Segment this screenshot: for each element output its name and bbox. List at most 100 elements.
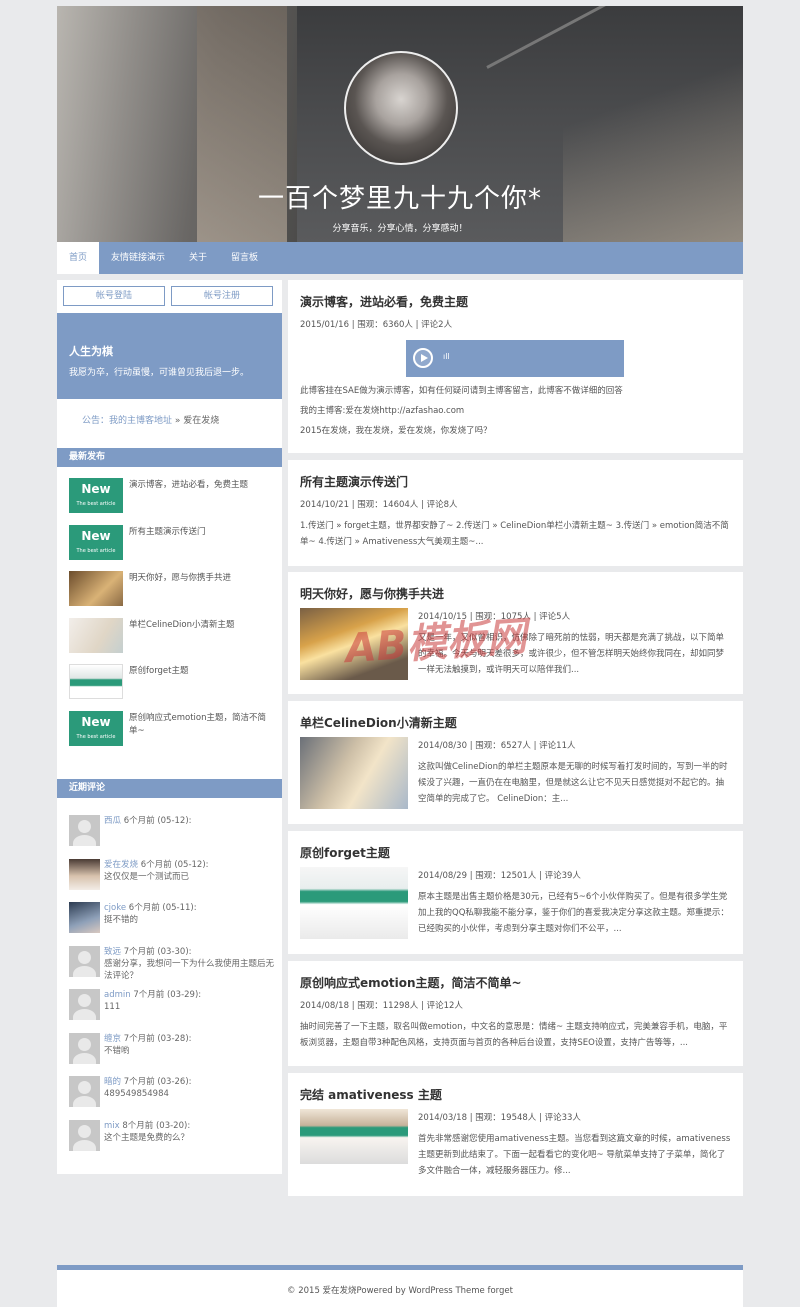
post-thumbnail[interactable]	[300, 737, 408, 809]
post-card: 所有主题演示传送门 2014/10/21 | 围观：14604人 | 评论8人 …	[288, 460, 743, 566]
recent-post-thumbnail	[69, 617, 123, 653]
comment-author[interactable]: mix	[104, 1121, 120, 1131]
post-title[interactable]: 单栏CelineDion小清新主题	[300, 715, 731, 731]
post-meta: 2015/01/16 | 围观：6360人 | 评论2人	[300, 320, 453, 330]
avatar[interactable]	[69, 815, 100, 846]
comment-item: 致远 7个月前 (03-30): 感谢分享，我想问一下为什么我使用主题后无法评论…	[57, 941, 282, 985]
comment-text[interactable]: 挺不错的	[104, 914, 282, 926]
post-line[interactable]: 我的主博客:爱在发烧http://azfashao.com	[300, 405, 731, 417]
comment-text[interactable]: 这仅仅是一个测试而已	[104, 871, 282, 883]
comment-time: 6个月前 (05-11):	[128, 903, 197, 913]
post-title[interactable]: 所有主题演示传送门	[300, 474, 731, 490]
post-title[interactable]: 明天你好，愿与你携手共进	[300, 586, 731, 602]
comment-author[interactable]: cjoke	[104, 903, 126, 913]
post-card: 演示博客，进站必看，免费主题 2015/01/16 | 围观：6360人 | 评…	[288, 280, 743, 453]
post-meta: 2014/08/29 | 围观：12501人 | 评论39人	[418, 871, 581, 881]
post-meta: 2014/08/18 | 围观：11298人 | 评论12人	[300, 1001, 463, 1011]
post-excerpt: 原本主题是出售主题价格是30元，已经有5~6个小伙伴购买了。但是有很多学生党加上…	[418, 892, 729, 934]
new-badge-sub: The best article	[76, 501, 116, 507]
post-meta: 2014/03/18 | 围观：19548人 | 评论33人	[418, 1113, 581, 1123]
recent-post-item[interactable]: New The best article 演示博客，进站必看，免费主题	[57, 476, 282, 523]
post-line: 此博客挂在SAE做为演示博客，如有任何疑问请到主博客留言，此博客不做详细的回答	[300, 386, 623, 396]
login-button[interactable]: 帐号登陆	[63, 286, 165, 306]
avatar[interactable]	[69, 858, 100, 890]
recent-post-title[interactable]: 单栏CelineDion小清新主题	[129, 618, 270, 632]
recent-post-item[interactable]: New The best article 原创响应式emotion主题，简洁不简单…	[57, 709, 282, 756]
post-excerpt: 抽时间完善了一下主题，取名叫做emotion，中文名的意思是：情绪~ 主题支持响…	[300, 1022, 728, 1048]
recent-post-title[interactable]: 明天你好，愿与你携手共进	[129, 571, 270, 585]
avatar[interactable]	[69, 945, 100, 977]
recent-post-item[interactable]: 原创forget主题	[57, 662, 282, 709]
nav-item-home[interactable]: 首页	[57, 242, 100, 274]
login-box: 帐号登陆 帐号注册	[57, 280, 282, 313]
site-title[interactable]: 一百个梦里九十九个你*	[57, 178, 743, 215]
new-badge-text: New	[81, 528, 111, 543]
play-button-icon[interactable]	[413, 348, 433, 368]
comment-item: admin 7个月前 (03-29): 111	[57, 984, 282, 1028]
post-card: 原创forget主题 2014/08/29 | 围观：12501人 | 评论39…	[288, 831, 743, 954]
comment-time: 7个月前 (03-29):	[133, 990, 202, 1000]
recent-post-thumbnail	[69, 571, 123, 606]
post-title[interactable]: 原创响应式emotion主题，简洁不简单~	[300, 975, 731, 991]
nav-item-about[interactable]: 关于	[177, 242, 219, 274]
notice-text: » 爱在发烧	[172, 416, 220, 426]
recent-post-item[interactable]: New The best article 所有主题演示传送门	[57, 523, 282, 570]
comment-time: 7个月前 (03-26):	[123, 1077, 192, 1087]
avatar[interactable]	[69, 902, 100, 933]
recent-comments-title: 近期评论	[57, 779, 282, 798]
post-thumbnail[interactable]	[300, 867, 408, 939]
comment-item: 缠京 7个月前 (03-28): 不错哟	[57, 1028, 282, 1072]
recent-post-title[interactable]: 原创forget主题	[129, 664, 270, 678]
post-title[interactable]: 原创forget主题	[300, 845, 731, 861]
comment-time: 8个月前 (03-20):	[122, 1120, 191, 1131]
new-badge-sub: The best article	[76, 733, 116, 740]
nav-item-guestbook[interactable]: 留言板	[219, 242, 270, 274]
comment-text[interactable]: 不错哟	[104, 1045, 282, 1057]
post-excerpt: 首先非常感谢您使用amativeness主题。当您看到这篇文章的时候，amati…	[418, 1134, 731, 1176]
comment-author[interactable]: admin	[104, 990, 131, 1000]
comment-item: 暗的 7个月前 (03-26): 489549854984	[57, 1071, 282, 1115]
recent-post-title[interactable]: 所有主题演示传送门	[129, 525, 270, 539]
post-card: 单栏CelineDion小清新主题 2014/08/30 | 围观：6527人 …	[288, 701, 743, 824]
comment-text[interactable]: 这个主题是免费的么？	[104, 1132, 282, 1144]
post-thumbnail[interactable]	[300, 1109, 408, 1164]
comment-time: 7个月前 (03-30):	[123, 946, 192, 957]
comment-author[interactable]: 西瓜	[104, 816, 121, 826]
new-badge-sub: The best article	[76, 547, 116, 554]
comment-time: 6个月前 (05-12):	[123, 816, 192, 826]
comment-text[interactable]: 489549854984	[104, 1088, 282, 1100]
comment-author[interactable]: 缠京	[104, 1034, 121, 1044]
recent-post-title[interactable]: 演示博客，进站必看，免费主题	[129, 478, 270, 492]
post-title[interactable]: 完结 amativeness 主题	[300, 1087, 731, 1103]
avatar[interactable]	[69, 1119, 100, 1151]
recent-post-thumbnail	[69, 664, 123, 699]
recent-post-item[interactable]: 明天你好，愿与你携手共进	[57, 569, 282, 616]
comment-author[interactable]: 致远	[104, 947, 121, 957]
comment-author[interactable]: 爱在发烧	[104, 860, 138, 870]
recent-posts-list: New The best article 演示博客，进站必看，免费主题 New Th…	[57, 467, 282, 779]
post-meta: 2014/08/30 | 围观：6527人 | 评论11人	[418, 741, 576, 751]
recent-post-title[interactable]: 原创响应式emotion主题，简洁不简单~	[129, 711, 270, 738]
post-card: 原创响应式emotion主题，简洁不简单~ 2014/08/18 | 围观：11…	[288, 961, 743, 1066]
main-nav: 首页 友情链接演示 关于 留言板	[57, 242, 743, 274]
notice-link[interactable]: 公告：我的主博客地址	[82, 416, 172, 426]
avatar[interactable]	[69, 1076, 100, 1107]
new-badge-thumb: New The best article	[69, 710, 123, 746]
comment-text[interactable]: 111	[104, 1001, 282, 1013]
motto-text: 我愿为卒，行动虽慢，可谁曾见我后退一步。	[69, 368, 250, 378]
recent-comments-list: 西瓜 6个月前 (05-12): 爱在发烧 6个月前 (05-12): 这仅仅是…	[57, 798, 282, 1174]
motto-box: 人生为棋 我愿为卒，行动虽慢，可谁曾见我后退一步。	[57, 313, 282, 399]
avatar[interactable]	[69, 989, 100, 1020]
post-title[interactable]: 演示博客，进站必看，免费主题	[300, 294, 731, 310]
post-line: 2015在发烧，我在发烧，爱在发烧，你发烧了吗？	[300, 426, 492, 436]
motto-title: 人生为棋	[69, 345, 113, 358]
nav-item-links[interactable]: 友情链接演示	[99, 242, 177, 274]
post-excerpt: 1.传送门 » forget主题，世界都安静了~ 2.传送门 » CelineD…	[300, 521, 729, 547]
comment-author[interactable]: 暗的	[104, 1077, 121, 1087]
notice-box: 公告：我的主博客地址 » 爱在发烧	[57, 399, 282, 448]
recent-post-item[interactable]: 单栏CelineDion小清新主题	[57, 616, 282, 663]
avatar[interactable]	[69, 1032, 100, 1064]
register-button[interactable]: 帐号注册	[171, 286, 273, 306]
comment-text[interactable]: 感谢分享，我想问一下为什么我使用主题后无法评论？	[104, 958, 282, 982]
site-avatar[interactable]	[344, 51, 458, 165]
